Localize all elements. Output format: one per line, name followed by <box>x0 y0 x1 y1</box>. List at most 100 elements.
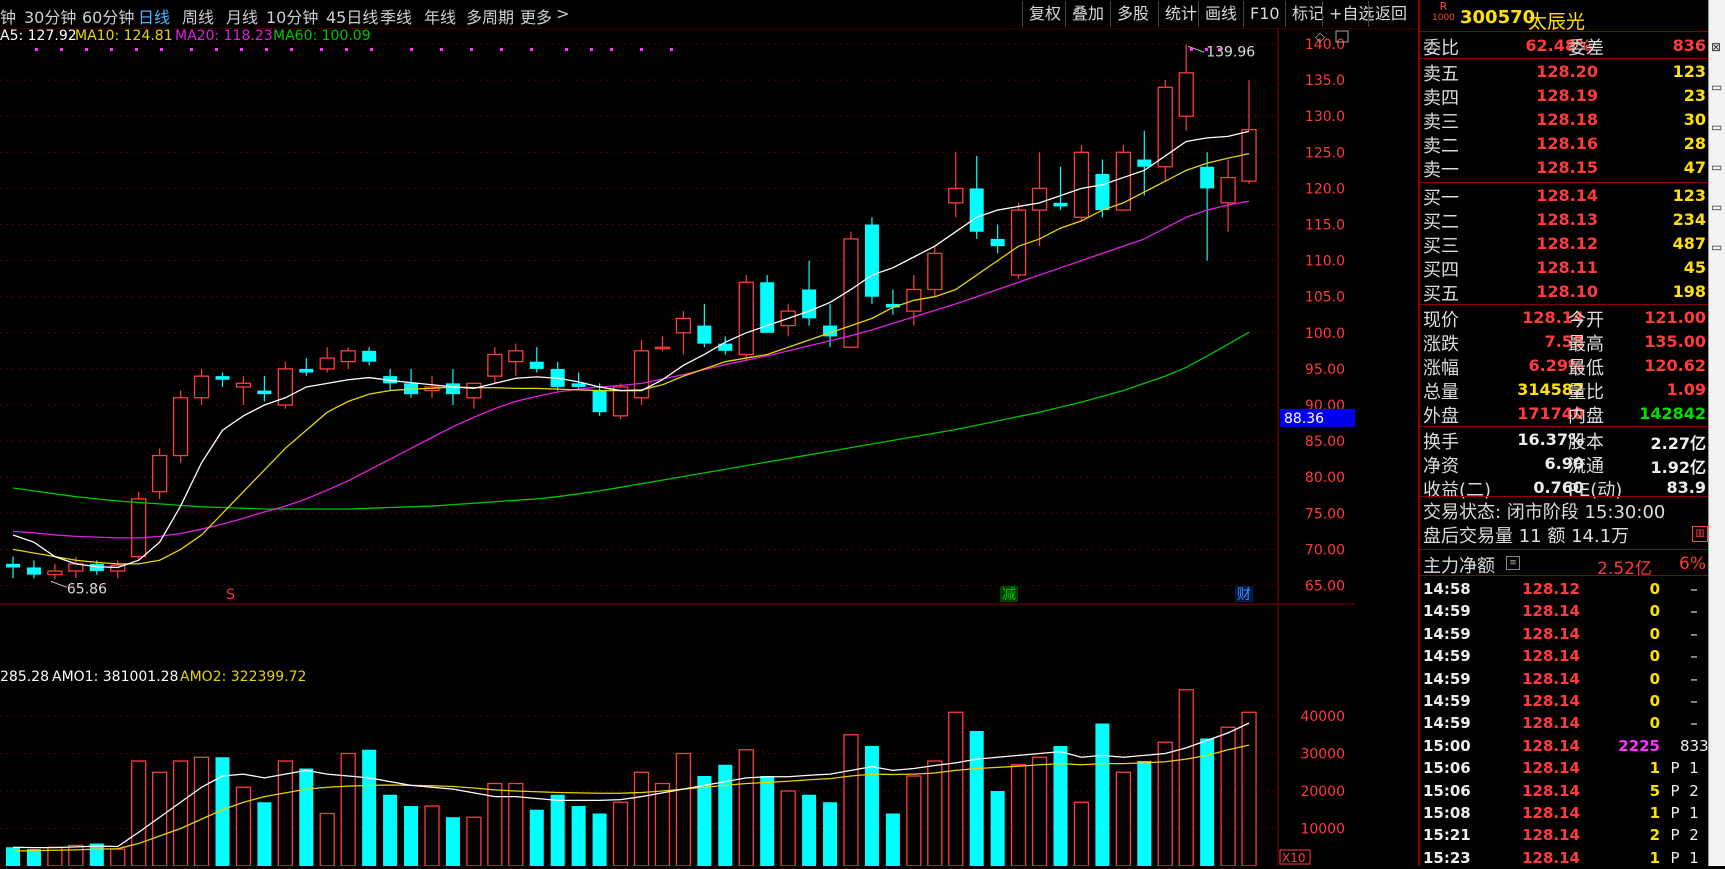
tab-8[interactable]: 季线 <box>380 4 412 28</box>
candle-body-up <box>1220 176 1236 204</box>
toolbar-button-5[interactable]: F10 <box>1243 1 1286 27</box>
low-mark: 65.86 <box>67 581 107 597</box>
tick-price: 128.14 <box>1522 759 1580 778</box>
tab-6[interactable]: 10分钟 <box>266 4 318 28</box>
tab-3[interactable]: 日线 <box>138 4 170 28</box>
edge-icon[interactable]: ▭ <box>1711 80 1722 94</box>
tab-1[interactable]: 30分钟 <box>24 4 76 28</box>
tab-0[interactable]: 钟 <box>0 4 16 28</box>
tick-row: 15:23 128.14 1 P 1 <box>1420 847 1710 869</box>
quote-label: 涨跌 <box>1423 334 1459 355</box>
kline-chart-svg[interactable]: 140.0135.0130.0125.0120.0115.0110.0105.0… <box>0 28 1355 866</box>
toolbar-button-0[interactable]: 复权 <box>1022 1 1067 27</box>
ask-price: 128.18 <box>1536 110 1598 129</box>
stats-value-2: 1.92亿 <box>1650 458 1706 477</box>
signal-dot <box>590 48 593 51</box>
stats-label: 换手 <box>1423 432 1459 453</box>
ask-row: 卖四 128.19 23 <box>1420 84 1710 109</box>
candle-body-down <box>529 361 544 369</box>
edge-icon[interactable]: ▭ <box>1711 160 1722 174</box>
tick-count: – <box>1690 714 1698 733</box>
quote-value-2: 135.00 <box>1644 332 1706 351</box>
ma5-legend: A5: 127.92 <box>0 28 77 44</box>
side-toolbar-strip[interactable]: ⊠ ▭ ▭ ▭ ▭ ▭ <box>1708 0 1725 866</box>
tick-volume: 1 <box>1649 804 1660 822</box>
candle-body-up <box>948 187 964 204</box>
toolbar-button-8[interactable]: 返回 <box>1368 1 1413 27</box>
volume-bar-up <box>1010 764 1027 866</box>
tab-2[interactable]: 60分钟 <box>82 4 134 28</box>
quote-label-2: 最高 <box>1568 334 1604 355</box>
volume-bar-down <box>550 794 565 866</box>
volume-bar-up <box>68 844 84 866</box>
event-mark: 财 <box>1237 587 1251 603</box>
volume-bar-up <box>906 775 922 866</box>
ask-volume: 47 <box>1683 158 1706 177</box>
chart-icon[interactable]: ▥ <box>1692 526 1708 542</box>
price-tick-label: 85.00 <box>1305 434 1345 450</box>
candle-body-down <box>571 383 586 387</box>
tick-price: 128.12 <box>1522 580 1580 598</box>
ask-price: 128.19 <box>1536 86 1598 105</box>
volume-bar-down <box>760 776 775 866</box>
price-tick-label: 110.0 <box>1305 254 1345 270</box>
toolbar-button-2[interactable]: 多股 <box>1110 1 1155 27</box>
volume-bar-up <box>633 771 650 866</box>
exchange-logo: R 1000 <box>1432 1 1455 23</box>
edge-icon[interactable]: ▭ <box>1711 240 1722 254</box>
quote-row: 涨跌 7.58 最高 135.00 <box>1420 330 1710 355</box>
ask-volume: 123 <box>1672 62 1706 81</box>
volume-bar-down <box>1200 738 1215 866</box>
toolbar-button-4[interactable]: 画线 <box>1198 1 1243 27</box>
ma20-legend: MA20: 118.23 <box>175 28 273 44</box>
tick-count: – <box>1690 624 1698 643</box>
tab-5[interactable]: 月线 <box>226 4 258 28</box>
candle-body-up <box>131 498 147 558</box>
edge-icon[interactable]: ▭ <box>1711 200 1722 214</box>
candle-body-up <box>47 570 63 576</box>
ma60-line <box>12 331 1250 510</box>
tab-4[interactable]: 周线 <box>182 4 214 28</box>
price-tick-label: 135.0 <box>1305 73 1345 89</box>
stats-value-2: 83.9 <box>1666 478 1706 497</box>
candle-body-up <box>612 386 629 417</box>
toolbar-button-1[interactable]: 叠加 <box>1065 1 1110 27</box>
tick-count: 1 <box>1689 804 1699 822</box>
tab-7[interactable]: 45日线 <box>326 4 378 28</box>
stock-title: R 1000 300570 太辰光 <box>1420 1 1710 33</box>
volume-bar-down <box>718 764 733 866</box>
volume-bar-down <box>990 791 1005 866</box>
tab-11[interactable]: 更多 <box>520 4 552 28</box>
price-tick-label: 115.0 <box>1305 218 1345 234</box>
bid-label: 买五 <box>1423 284 1459 305</box>
bid-row: 买二 128.13 234 <box>1420 208 1710 233</box>
list-icon[interactable]: ≡ <box>1506 556 1520 570</box>
candle-body-down <box>6 563 20 568</box>
signal-dot <box>565 48 568 51</box>
edge-icon[interactable]: ▭ <box>1711 120 1722 134</box>
low-arrow <box>50 580 68 588</box>
kline-chart[interactable]: 140.0 135.0 130.0 125.0 120.0 115.0 110.0 105.0… <box>0 28 1355 866</box>
weicha-value: 836 <box>1672 36 1706 55</box>
period-tab-bar: 钟 30分钟 60分钟 日线 周线 月线 10分钟 45日线 季线 年线 多周期 更多 > 复权 叠加 多股… <box>0 0 1418 29</box>
signal-dot <box>440 48 443 51</box>
tick-price: 128.14 <box>1522 624 1580 643</box>
tick-time: 14:58 <box>1423 580 1471 598</box>
quote-label: 总量 <box>1423 382 1459 403</box>
edge-icon[interactable]: ⊠ <box>1711 40 1721 54</box>
volume-bar-down <box>1137 761 1152 866</box>
quote-row: 总量 314582 量比 1.09 <box>1420 378 1710 403</box>
tab-9[interactable]: 年线 <box>424 4 456 28</box>
logo-bottom: 1000 <box>1432 13 1455 23</box>
event-mark: 减 <box>1002 587 1016 603</box>
candle-body-up <box>675 317 692 334</box>
candle-body-up <box>1031 187 1048 211</box>
more-chevron-icon[interactable]: > <box>556 4 569 23</box>
volume-tick-label: 30000 <box>1300 747 1345 763</box>
tab-10[interactable]: 多周期 <box>466 4 514 28</box>
volume-bar-down <box>885 813 900 866</box>
toolbar-button-3[interactable]: 统计 <box>1158 1 1203 27</box>
signal-dot <box>110 48 113 51</box>
volume-bar-up <box>1073 801 1090 866</box>
candle-body-down <box>1053 202 1068 207</box>
